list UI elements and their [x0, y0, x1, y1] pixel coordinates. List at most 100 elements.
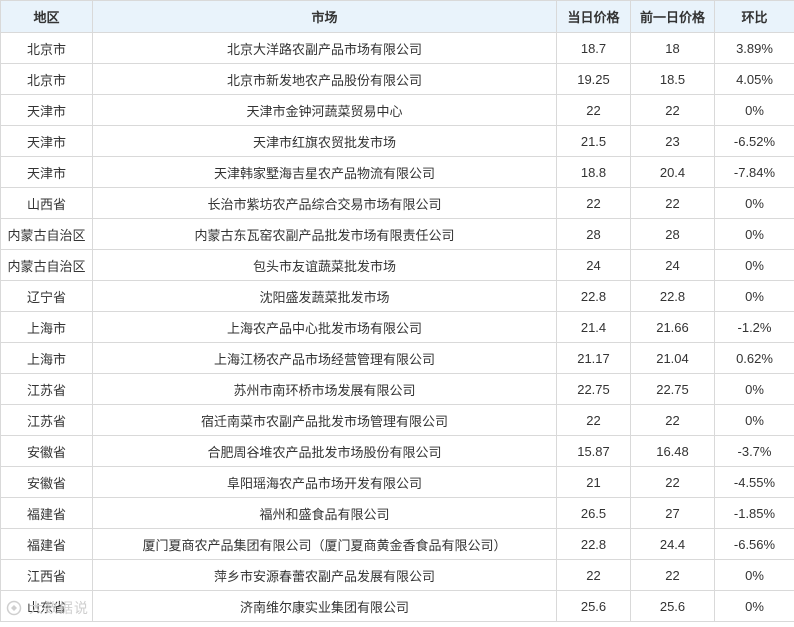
change-cell: 0% — [714, 373, 794, 405]
table-row: 北京市 北京大洋路农副产品市场有限公司 18.7 18 3.89% — [0, 32, 794, 64]
prev-price-cell: 22.8 — [630, 280, 715, 312]
prev-price-cell: 27 — [630, 497, 715, 529]
prev-price-cell: 18.5 — [630, 63, 715, 95]
header-region[interactable]: 地区 — [0, 0, 93, 33]
header-market[interactable]: 市场 — [92, 0, 557, 33]
market-cell: 宿迁南菜市农副产品批发市场管理有限公司 — [92, 404, 557, 436]
today-price-cell: 19.25 — [556, 63, 631, 95]
change-cell: 0.62% — [714, 342, 794, 374]
prev-price-cell: 22 — [630, 187, 715, 219]
market-cell: 上海农产品中心批发市场有限公司 — [92, 311, 557, 343]
market-cell: 天津市金钟河蔬菜贸易中心 — [92, 94, 557, 126]
region-cell: 天津市 — [0, 125, 93, 157]
region-cell: 内蒙古自治区 — [0, 249, 93, 281]
today-price-cell: 22.8 — [556, 280, 631, 312]
today-price-cell: 28 — [556, 218, 631, 250]
table-row: 北京市 北京市新发地农产品股份有限公司 19.25 18.5 4.05% — [0, 63, 794, 95]
table-row: 天津市 天津市金钟河蔬菜贸易中心 22 22 0% — [0, 94, 794, 126]
table-row: 山东省 济南维尔康实业集团有限公司 25.6 25.6 0% — [0, 590, 794, 622]
table-header: 地区 市场 当日价格 前一日价格 环比 — [0, 0, 794, 33]
market-cell: 福州和盛食品有限公司 — [92, 497, 557, 529]
table-row: 江西省 萍乡市安源春蕾农副产品发展有限公司 22 22 0% — [0, 559, 794, 591]
prev-price-cell: 22 — [630, 466, 715, 498]
table-row: 江苏省 宿迁南菜市农副产品批发市场管理有限公司 22 22 0% — [0, 404, 794, 436]
logo-icon — [6, 600, 22, 616]
market-cell: 萍乡市安源春蕾农副产品发展有限公司 — [92, 559, 557, 591]
market-cell: 天津韩家墅海吉星农产品物流有限公司 — [92, 156, 557, 188]
region-cell: 北京市 — [0, 63, 93, 95]
today-price-cell: 24 — [556, 249, 631, 281]
region-cell: 天津市 — [0, 94, 93, 126]
today-price-cell: 21 — [556, 466, 631, 498]
today-price-cell: 22 — [556, 187, 631, 219]
market-cell: 苏州市南环桥市场发展有限公司 — [92, 373, 557, 405]
table-row: 安徽省 阜阳瑶海农产品市场开发有限公司 21 22 -4.55% — [0, 466, 794, 498]
today-price-cell: 22.75 — [556, 373, 631, 405]
region-cell: 安徽省 — [0, 435, 93, 467]
today-price-cell: 22 — [556, 404, 631, 436]
market-cell: 济南维尔康实业集团有限公司 — [92, 590, 557, 622]
region-cell: 内蒙古自治区 — [0, 218, 93, 250]
today-price-cell: 21.17 — [556, 342, 631, 374]
prev-price-cell: 24.4 — [630, 528, 715, 560]
price-table-view: 地区 市场 当日价格 前一日价格 环比 北京市 北京大洋路农副产品市场有限公司 18… — [0, 0, 794, 627]
region-cell: 江苏省 — [0, 373, 93, 405]
change-cell: 0% — [714, 559, 794, 591]
prev-price-cell: 25.6 — [630, 590, 715, 622]
change-cell: -4.55% — [714, 466, 794, 498]
change-cell: 0% — [714, 404, 794, 436]
today-price-cell: 15.87 — [556, 435, 631, 467]
region-cell: 安徽省 — [0, 466, 93, 498]
prev-price-cell: 28 — [630, 218, 715, 250]
today-price-cell: 21.4 — [556, 311, 631, 343]
region-cell: 福建省 — [0, 497, 93, 529]
prev-price-cell: 20.4 — [630, 156, 715, 188]
watermark: 大数据说 — [6, 598, 89, 618]
table-row: 江苏省 苏州市南环桥市场发展有限公司 22.75 22.75 0% — [0, 373, 794, 405]
market-cell: 阜阳瑶海农产品市场开发有限公司 — [92, 466, 557, 498]
change-cell: 3.89% — [714, 32, 794, 64]
table-row: 天津市 天津市红旗农贸批发市场 21.5 23 -6.52% — [0, 125, 794, 157]
change-cell: -1.85% — [714, 497, 794, 529]
table-body: 北京市 北京大洋路农副产品市场有限公司 18.7 18 3.89% 北京市 北京市新发地农产… — [0, 32, 794, 622]
prev-price-cell: 18 — [630, 32, 715, 64]
table-row: 上海市 上海农产品中心批发市场有限公司 21.4 21.66 -1.2% — [0, 311, 794, 343]
change-cell: -7.84% — [714, 156, 794, 188]
prev-price-cell: 24 — [630, 249, 715, 281]
change-cell: -1.2% — [714, 311, 794, 343]
market-cell: 包头市友谊蔬菜批发市场 — [92, 249, 557, 281]
region-cell: 江苏省 — [0, 404, 93, 436]
today-price-cell: 26.5 — [556, 497, 631, 529]
prev-price-cell: 22.75 — [630, 373, 715, 405]
prev-price-cell: 22 — [630, 404, 715, 436]
today-price-cell: 21.5 — [556, 125, 631, 157]
header-today-price[interactable]: 当日价格 — [556, 0, 631, 33]
prev-price-cell: 16.48 — [630, 435, 715, 467]
region-cell: 上海市 — [0, 311, 93, 343]
region-cell: 山西省 — [0, 187, 93, 219]
market-cell: 上海江杨农产品市场经营管理有限公司 — [92, 342, 557, 374]
prev-price-cell: 21.66 — [630, 311, 715, 343]
region-cell: 江西省 — [0, 559, 93, 591]
table-row: 上海市 上海江杨农产品市场经营管理有限公司 21.17 21.04 0.62% — [0, 342, 794, 374]
watermark-text: 大数据说 — [28, 600, 89, 616]
table-row: 安徽省 合肥周谷堆农产品批发市场股份有限公司 15.87 16.48 -3.7% — [0, 435, 794, 467]
prev-price-cell: 23 — [630, 125, 715, 157]
change-cell: 0% — [714, 187, 794, 219]
header-row: 地区 市场 当日价格 前一日价格 环比 — [0, 0, 794, 33]
market-cell: 沈阳盛发蔬菜批发市场 — [92, 280, 557, 312]
table-row: 内蒙古自治区 包头市友谊蔬菜批发市场 24 24 0% — [0, 249, 794, 281]
today-price-cell: 22.8 — [556, 528, 631, 560]
change-cell: 4.05% — [714, 63, 794, 95]
change-cell: 0% — [714, 94, 794, 126]
market-cell: 厦门夏商农产品集团有限公司（厦门夏商黄金香食品有限公司） — [92, 528, 557, 560]
market-cell: 长治市紫坊农产品综合交易市场有限公司 — [92, 187, 557, 219]
region-cell: 北京市 — [0, 32, 93, 64]
today-price-cell: 25.6 — [556, 590, 631, 622]
header-change[interactable]: 环比 — [714, 0, 794, 33]
today-price-cell: 22 — [556, 559, 631, 591]
region-cell: 辽宁省 — [0, 280, 93, 312]
market-cell: 合肥周谷堆农产品批发市场股份有限公司 — [92, 435, 557, 467]
price-table: 地区 市场 当日价格 前一日价格 环比 北京市 北京大洋路农副产品市场有限公司 18… — [0, 0, 794, 622]
header-prev-price[interactable]: 前一日价格 — [630, 0, 715, 33]
